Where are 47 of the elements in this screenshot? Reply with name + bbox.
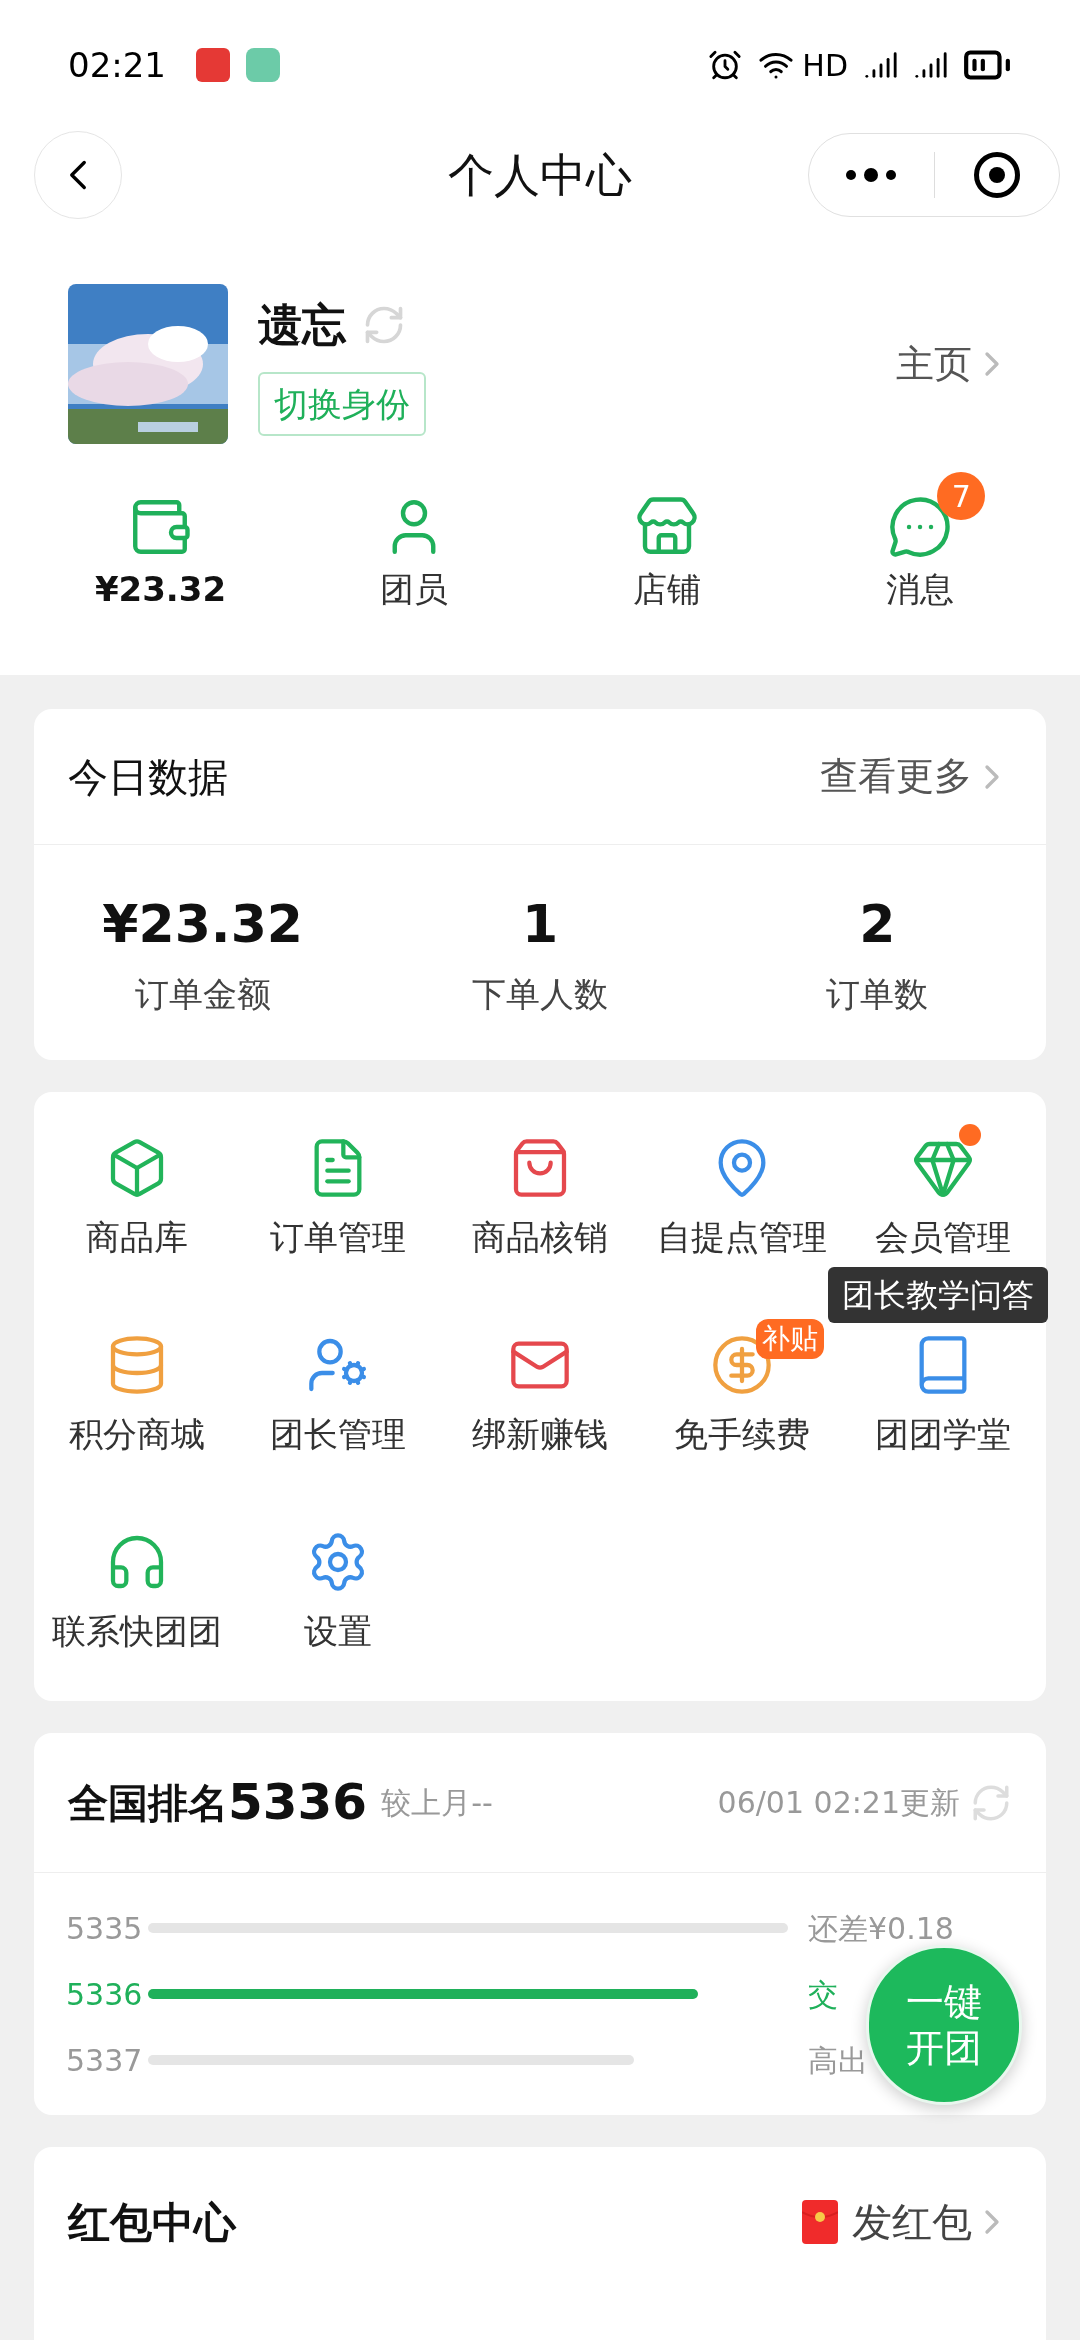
tool-item[interactable]: 联系快团团	[51, 1530, 222, 1657]
tool-item[interactable]: 团团学堂	[875, 1333, 1012, 1460]
home-link[interactable]: 主页	[896, 335, 1012, 393]
stat-value: 1	[521, 893, 559, 956]
card-title: 今日数据	[68, 752, 228, 802]
alarm-icon	[708, 48, 743, 82]
shortcut-item[interactable]: 团员	[379, 494, 448, 615]
network-label: HD	[802, 46, 848, 85]
update-time: 06/01 02:21更新	[717, 1784, 960, 1822]
rank-note: 高出	[808, 2041, 868, 2080]
stat-value: 2	[859, 893, 896, 956]
tool-item[interactable]: 自提点管理	[656, 1136, 827, 1263]
tool-item[interactable]: 绑新赚钱	[472, 1333, 608, 1460]
app-notification-icon	[196, 48, 230, 82]
ranking-title: 全国排名	[68, 1778, 228, 1828]
tool-item[interactable]: 商品核销	[472, 1136, 608, 1263]
tool-item[interactable]: 会员管理	[875, 1136, 1012, 1263]
ranking-number: 5336	[228, 1772, 368, 1833]
send-bonus-link[interactable]: 发红包	[802, 2192, 1012, 2252]
tooltip: 团长教学问答	[828, 1267, 1048, 1323]
tool-item[interactable]: 设置	[304, 1530, 373, 1657]
view-more-link[interactable]: 查看更多	[820, 748, 1012, 805]
stat-value: ¥23.32	[102, 893, 303, 956]
stat-label: 订单数	[826, 973, 929, 1016]
tool-item[interactable]: 订单管理	[270, 1136, 407, 1263]
tool-item[interactable]: 商品库	[85, 1136, 188, 1263]
rank-number: 5336	[66, 1975, 144, 2014]
ranking-compare: 较上月--	[381, 1784, 493, 1822]
rank-number: 5337	[66, 2041, 144, 2080]
stat-label: 订单金额	[134, 973, 271, 1016]
rank-number: 5335	[66, 1909, 144, 1948]
app-notification-icon	[246, 48, 280, 82]
close-target-icon[interactable]	[973, 152, 1020, 198]
page-title: 个人中心	[448, 146, 632, 204]
rank-note: 还差¥0.18	[808, 1909, 954, 1948]
tool-item[interactable]: 积分商城	[68, 1333, 205, 1460]
stat-label: 下单人数	[472, 973, 608, 1016]
subsidy-badge: 补贴	[755, 1319, 824, 1359]
shortcut-item[interactable]: ¥23.32	[94, 494, 227, 615]
message-count-badge: 7	[937, 472, 986, 520]
user-name: 遗忘	[258, 298, 346, 352]
status-time: 02:21	[68, 43, 166, 87]
shortcut-item[interactable]: 店铺	[632, 494, 701, 615]
tool-item[interactable]: 团长管理	[270, 1333, 407, 1460]
rank-note: 交	[808, 1975, 838, 2014]
card-title: 红包中心	[68, 2196, 236, 2249]
envelope-icon	[802, 2200, 838, 2244]
